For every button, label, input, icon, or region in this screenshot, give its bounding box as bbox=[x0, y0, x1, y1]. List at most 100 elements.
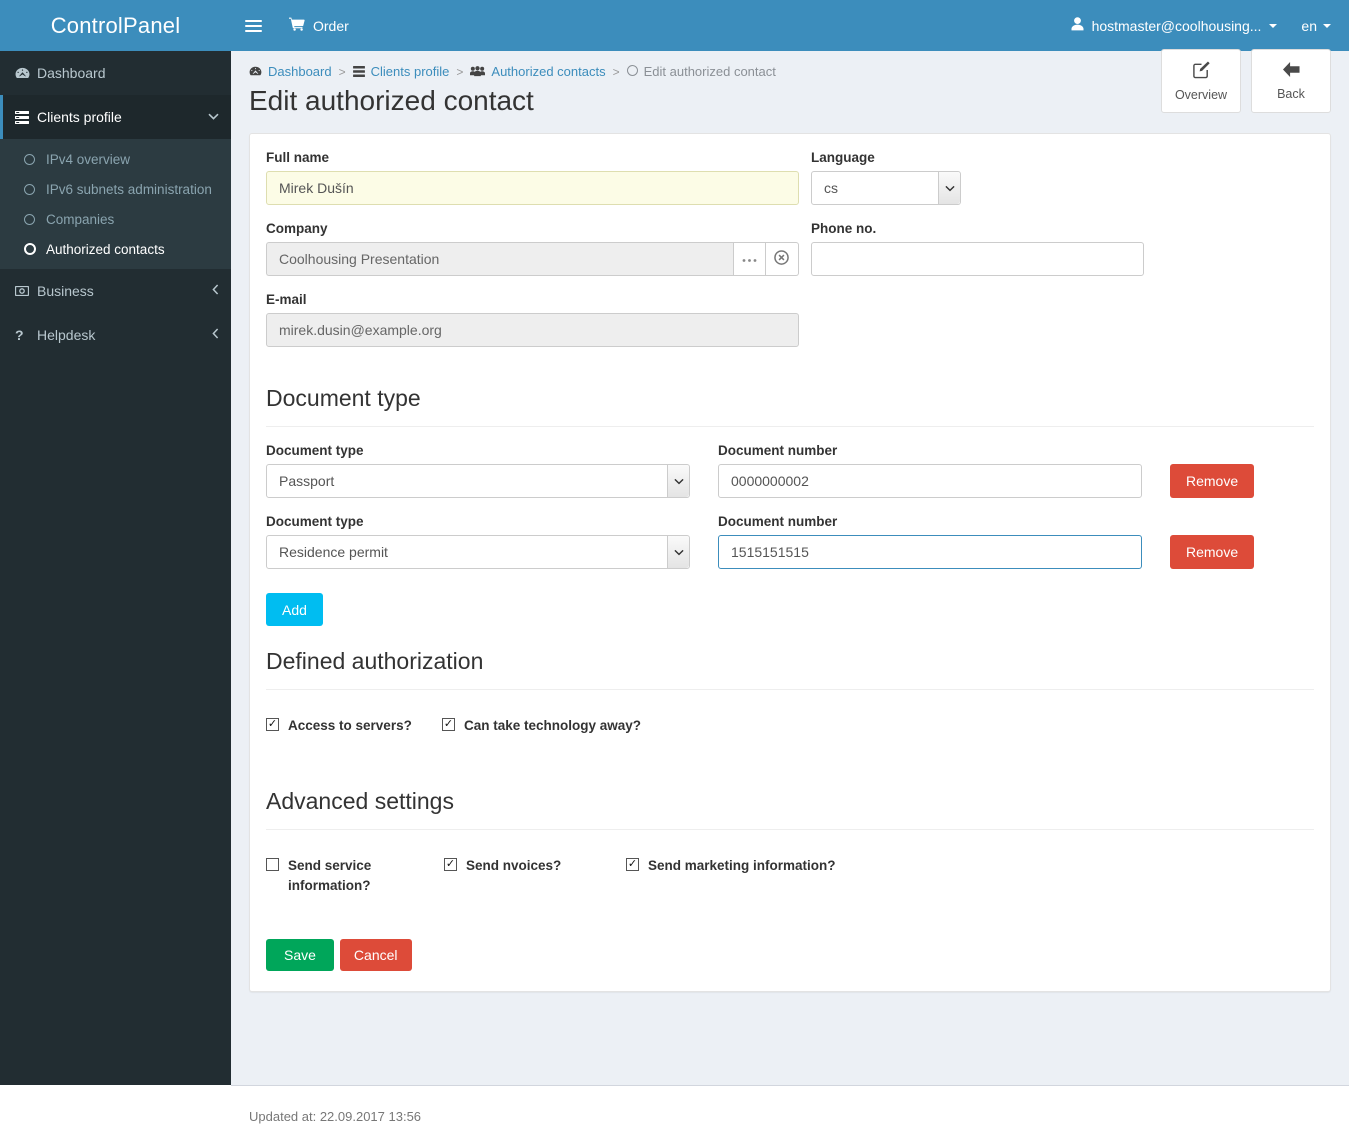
send-invoices-checkbox[interactable]: ✓ Send nvoices? bbox=[444, 856, 626, 895]
document-type-group: Document type Passport bbox=[266, 443, 690, 499]
sidebar-item-business[interactable]: Business bbox=[0, 269, 231, 313]
language-label: en bbox=[1301, 17, 1317, 34]
sidebar-subitem-label: Authorized contacts bbox=[46, 241, 165, 257]
document-type-select-wrap: Residence permit bbox=[266, 535, 690, 570]
user-menu-button[interactable]: hostmaster@coolhousing... bbox=[1057, 17, 1292, 34]
sidebar-item-label: Helpdesk bbox=[37, 327, 96, 343]
main-content: Dashboard > Clients profile > Authorized… bbox=[231, 49, 1349, 1085]
contact-fields-right: Language cs Phone no. bbox=[811, 150, 1161, 363]
company-browse-button[interactable] bbox=[732, 242, 766, 277]
email-label: E-mail bbox=[266, 292, 307, 308]
sidebar-item-helpdesk[interactable]: ? Helpdesk bbox=[0, 313, 231, 357]
top-navbar: Order hostmaster@coolhousing... en bbox=[231, 0, 1349, 51]
company-clear-button[interactable] bbox=[765, 242, 799, 277]
footer-left-strip bbox=[0, 1085, 231, 1147]
brand-logo[interactable]: ControlPanel bbox=[0, 0, 231, 51]
sidebar-subitem-label: IPv6 subnets administration bbox=[46, 181, 212, 197]
document-type-select[interactable]: Residence permit bbox=[266, 535, 690, 570]
breadcrumb-label: Clients profile bbox=[370, 64, 450, 79]
circle-o-icon bbox=[24, 243, 46, 255]
access-to-servers-checkbox[interactable]: ✓ Access to servers? bbox=[266, 716, 442, 736]
breadcrumb-label: Authorized contacts bbox=[491, 64, 606, 79]
checkbox-label: Send nvoices? bbox=[466, 857, 562, 873]
server-stack-icon bbox=[15, 110, 37, 124]
save-button[interactable]: Save bbox=[266, 939, 334, 972]
sidebar: ControlPanel Dashboard Clients profile I… bbox=[0, 0, 231, 1085]
ellipsis-icon bbox=[742, 252, 757, 266]
document-type-label: Document type bbox=[266, 443, 364, 459]
document-number-input[interactable] bbox=[718, 535, 1142, 570]
company-input[interactable] bbox=[266, 242, 733, 277]
document-number-group: Document number bbox=[718, 514, 1142, 570]
users-group-icon bbox=[470, 66, 486, 77]
remove-document-button[interactable]: Remove bbox=[1170, 464, 1255, 499]
language-select[interactable]: cs bbox=[811, 171, 961, 206]
sidebar-subitem-ipv6-subnets-administration[interactable]: IPv6 subnets administration bbox=[0, 174, 231, 204]
back-button-label: Back bbox=[1277, 87, 1305, 101]
advanced-settings-heading: Advanced settings bbox=[266, 788, 1314, 830]
chevron-down-icon bbox=[1323, 23, 1331, 28]
remove-document-button[interactable]: Remove bbox=[1170, 535, 1255, 570]
breadcrumb-separator: > bbox=[612, 64, 620, 79]
company-input-group bbox=[266, 242, 799, 277]
breadcrumb-separator: > bbox=[456, 64, 464, 79]
email-input[interactable] bbox=[266, 313, 799, 348]
breadcrumb-item-dashboard[interactable]: Dashboard bbox=[249, 64, 332, 79]
breadcrumb-item-clients-profile[interactable]: Clients profile bbox=[352, 64, 450, 79]
language-group: Language cs bbox=[811, 150, 1161, 206]
sidebar-item-label: Clients profile bbox=[37, 109, 122, 125]
sidebar-subitem-label: IPv4 overview bbox=[46, 151, 131, 167]
full-name-input[interactable] bbox=[266, 171, 799, 206]
document-number-label: Document number bbox=[718, 514, 838, 530]
sidebar-subitem-companies[interactable]: Companies bbox=[0, 204, 231, 234]
sidebar-item-clients-profile[interactable]: Clients profile bbox=[0, 95, 231, 139]
breadcrumb-item-authorized-contacts[interactable]: Authorized contacts bbox=[470, 64, 606, 79]
back-button[interactable]: Back bbox=[1251, 49, 1331, 113]
order-button[interactable]: Order bbox=[275, 0, 363, 51]
question-mark-icon: ? bbox=[15, 327, 24, 343]
sidebar-subitem-ipv4-overview[interactable]: IPv4 overview bbox=[0, 144, 231, 174]
cancel-button[interactable]: Cancel bbox=[339, 939, 412, 972]
document-number-input[interactable] bbox=[718, 464, 1142, 499]
sidebar-item-dashboard[interactable]: Dashboard bbox=[0, 51, 231, 95]
defined-authorization-heading: Defined authorization bbox=[266, 648, 1314, 691]
form-action-bar: Save Cancel bbox=[266, 939, 1314, 972]
chevron-left-icon bbox=[212, 284, 219, 298]
language-menu-button[interactable]: en bbox=[1291, 18, 1349, 34]
document-number-group: Document number bbox=[718, 443, 1142, 499]
updated-at-label: Updated at: 22.09.2017 13:56 bbox=[249, 1109, 422, 1124]
sidebar-item-label: Business bbox=[37, 283, 94, 299]
navbar-right: hostmaster@coolhousing... en bbox=[1057, 17, 1349, 34]
company-group: Company bbox=[266, 221, 799, 277]
user-email-label: hostmaster@coolhousing... bbox=[1091, 17, 1262, 34]
page-title: Edit authorized contact bbox=[249, 85, 534, 116]
can-take-technology-away-checkbox[interactable]: ✓ Can take technology away? bbox=[442, 716, 641, 736]
breadcrumb-separator: > bbox=[338, 64, 346, 79]
sidebar-subitem-authorized-contacts[interactable]: Authorized contacts bbox=[0, 234, 231, 264]
phone-input[interactable] bbox=[811, 242, 1144, 277]
document-type-select[interactable]: Passport bbox=[266, 464, 690, 499]
sidebar-submenu-clients-profile: IPv4 overview IPv6 subnets administratio… bbox=[0, 139, 231, 269]
money-icon bbox=[15, 286, 37, 296]
checkbox-box bbox=[266, 857, 279, 871]
order-label: Order bbox=[313, 17, 349, 34]
sidebar-toggle-button[interactable] bbox=[231, 0, 275, 51]
document-type-group: Document type Residence permit bbox=[266, 514, 690, 570]
breadcrumb-current: Edit authorized contact bbox=[626, 64, 776, 79]
checkbox-box: ✓ bbox=[444, 857, 457, 871]
authorization-checkbox-row: ✓ Access to servers? ✓ Can take technolo… bbox=[266, 716, 1314, 736]
breadcrumb-label: Edit authorized contact bbox=[643, 64, 776, 79]
dashboard-icon bbox=[15, 67, 37, 80]
add-document-button[interactable]: Add bbox=[266, 593, 323, 627]
overview-button[interactable]: Overview bbox=[1161, 49, 1241, 113]
chevron-down-icon bbox=[1269, 23, 1278, 28]
send-marketing-information-checkbox[interactable]: ✓ Send marketing information? bbox=[626, 856, 836, 895]
document-type-label: Document type bbox=[266, 514, 364, 530]
shopping-cart-icon bbox=[289, 17, 305, 34]
document-row: Document type Residence permit Document … bbox=[266, 514, 1314, 570]
dashboard-icon bbox=[249, 66, 262, 77]
breadcrumb-label: Dashboard bbox=[268, 64, 332, 79]
full-name-label: Full name bbox=[266, 150, 330, 166]
chevron-left-icon bbox=[212, 328, 219, 342]
send-service-information-checkbox[interactable]: Send service information? bbox=[266, 856, 444, 895]
